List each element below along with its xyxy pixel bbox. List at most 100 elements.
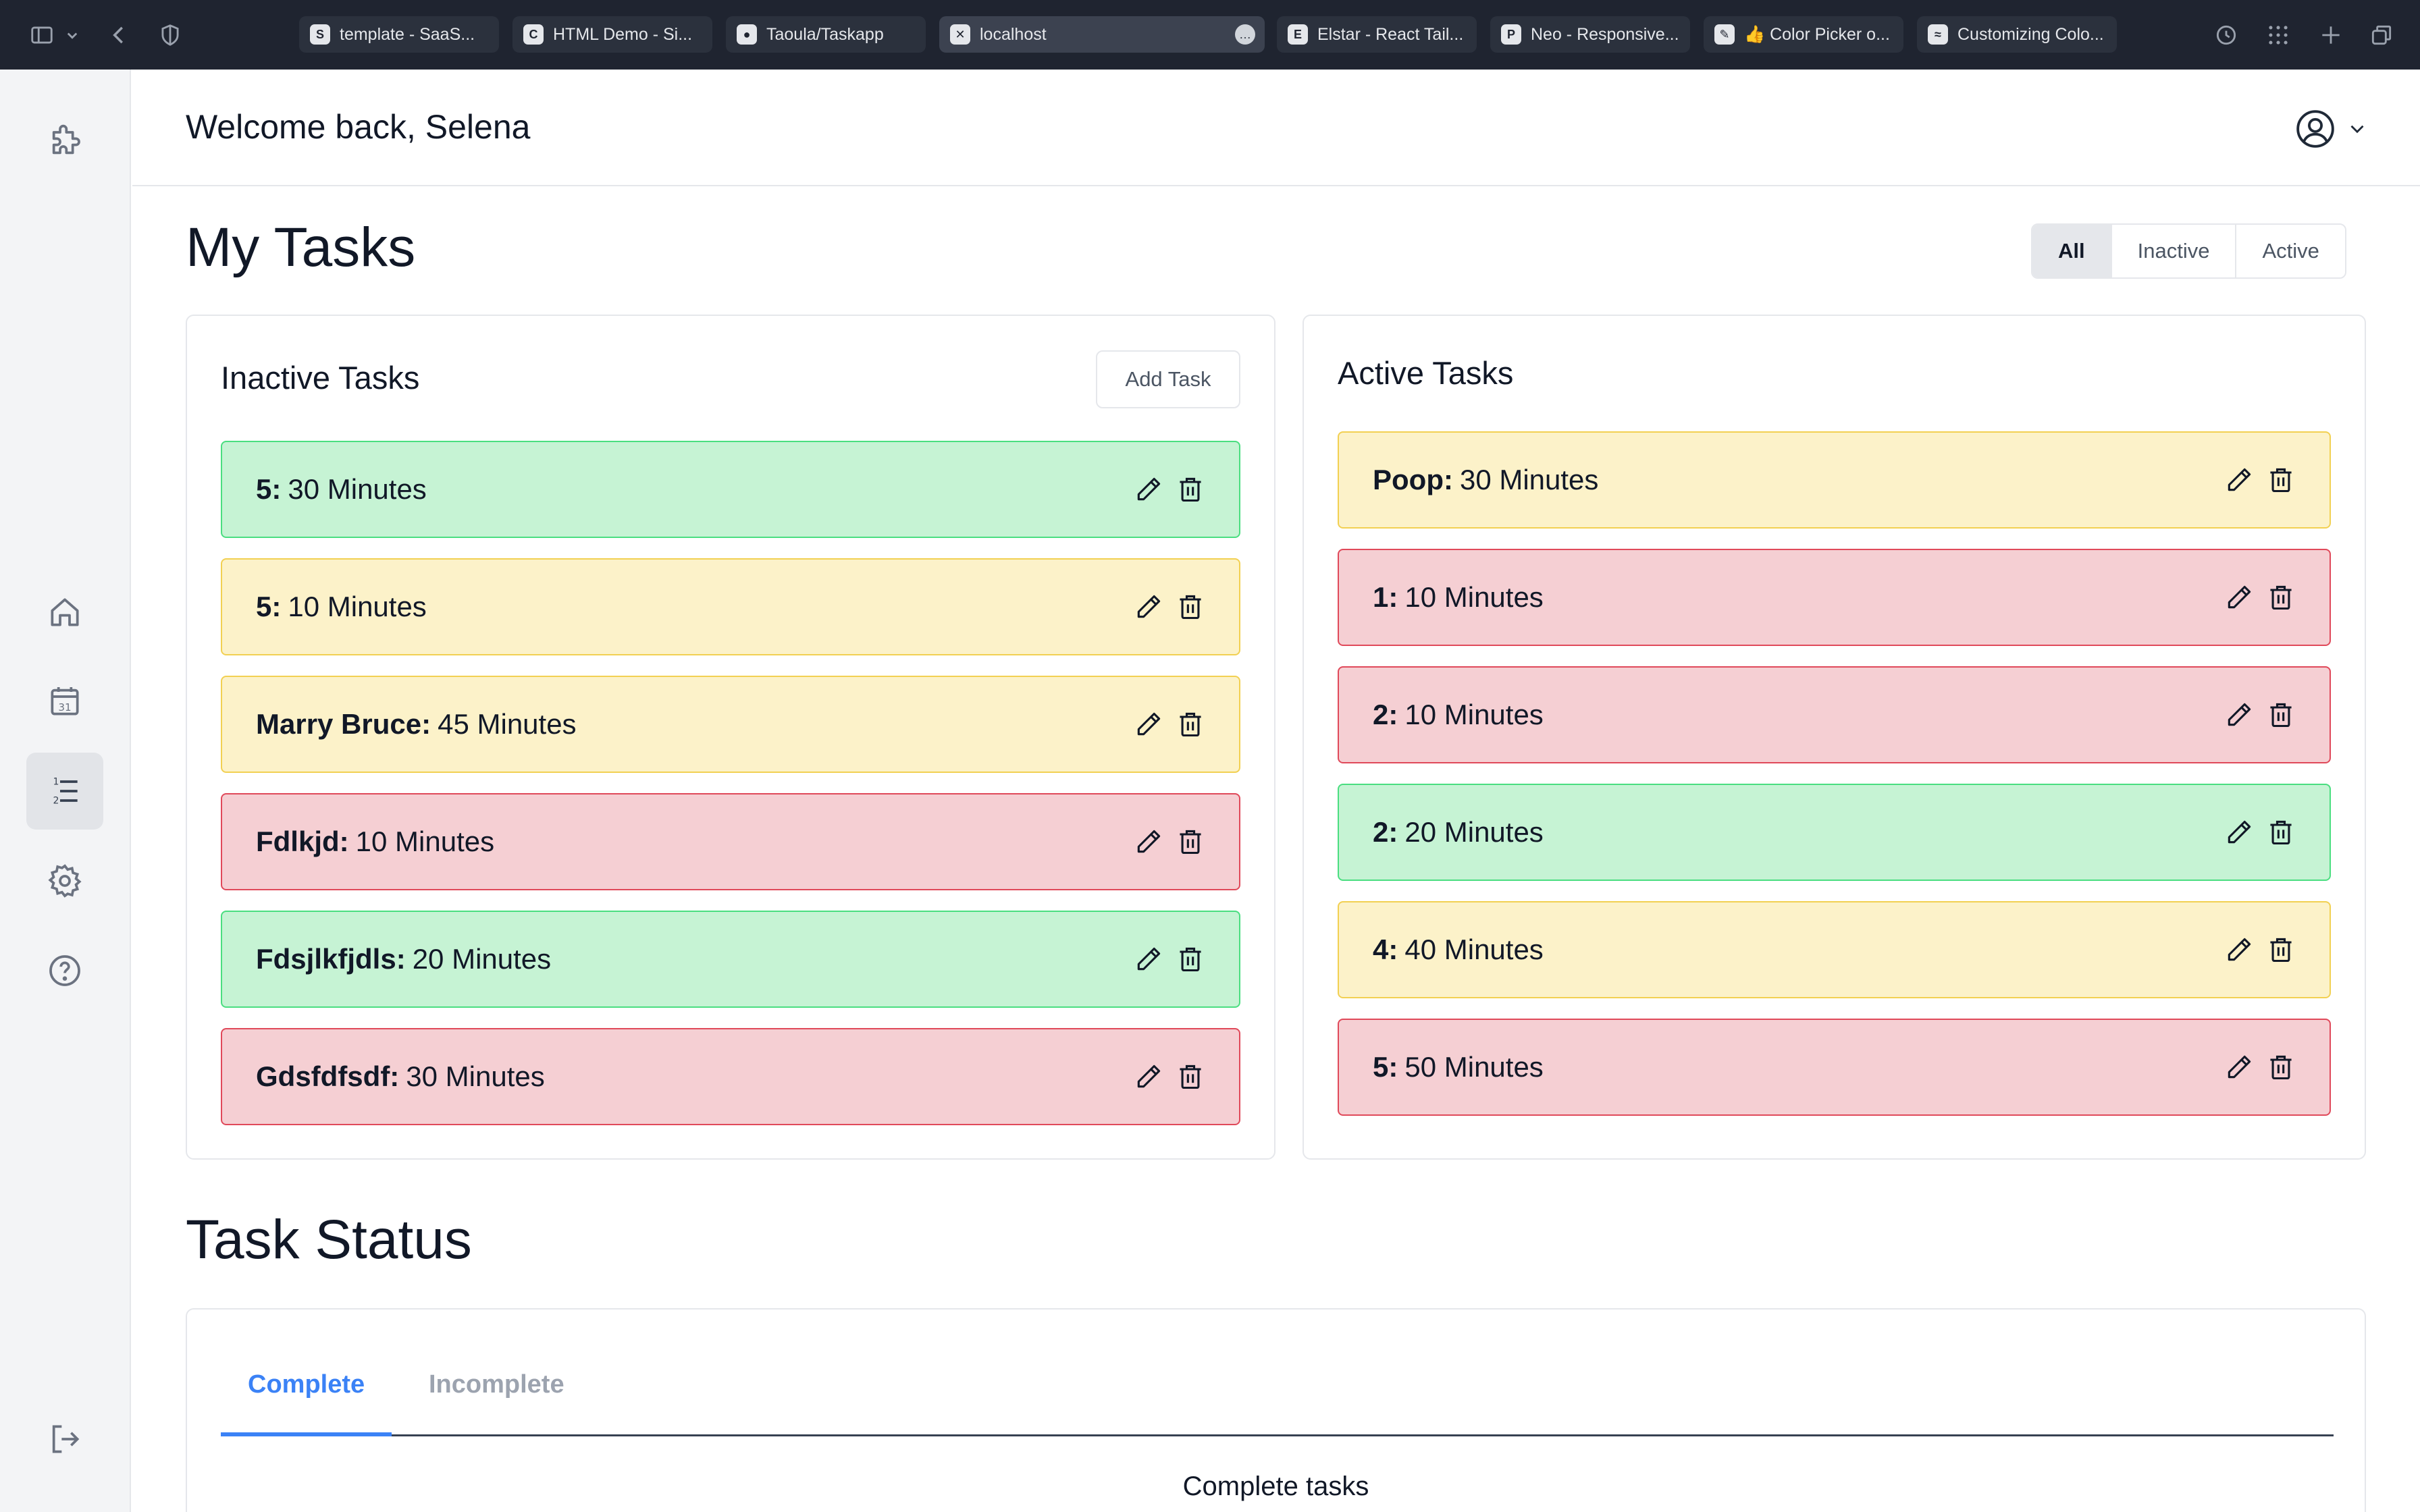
task-status-title: Task Status: [186, 1209, 472, 1270]
delete-trash-icon[interactable]: [1176, 472, 1205, 507]
task-actions: [2224, 1050, 2296, 1085]
task-filter-group: All Inactive Active: [2031, 223, 2346, 279]
task-card[interactable]: Marry Bruce: 45 Minutes: [221, 676, 1240, 773]
task-duration: 30 Minutes: [406, 1060, 545, 1092]
edit-pencil-icon[interactable]: [1134, 472, 1163, 507]
task-actions: [2224, 462, 2296, 497]
chevron-down-icon[interactable]: [62, 20, 82, 50]
welcome-message: Welcome back, Selena: [186, 108, 531, 146]
browser-tab[interactable]: ✎ 👍 Color Picker o...: [1704, 16, 1903, 53]
delete-trash-icon[interactable]: [2266, 1050, 2296, 1085]
edit-pencil-icon[interactable]: [2224, 580, 2254, 615]
task-card[interactable]: 5: 50 Minutes: [1338, 1019, 2331, 1116]
tab-favicon-icon: ✕: [950, 24, 970, 45]
sidebar-toggle-icon[interactable]: [27, 20, 57, 50]
delete-trash-icon[interactable]: [2266, 462, 2296, 497]
browser-tab[interactable]: ≈ Customizing Colo...: [1917, 16, 2117, 53]
edit-pencil-icon[interactable]: [2224, 1050, 2254, 1085]
shield-icon[interactable]: [155, 20, 185, 50]
gear-icon[interactable]: [26, 842, 103, 919]
edit-pencil-icon[interactable]: [1134, 707, 1163, 742]
task-card[interactable]: 5: 10 Minutes: [221, 558, 1240, 655]
browser-tab-label: Neo - Responsive...: [1531, 24, 1679, 44]
home-icon[interactable]: [26, 574, 103, 651]
calendar-icon[interactable]: 31: [26, 663, 103, 740]
complete-tasks-heading: Complete tasks: [1182, 1472, 1369, 1501]
task-actions: [1134, 707, 1205, 742]
browser-tab-label: 👍 Color Picker o...: [1744, 24, 1890, 44]
delete-trash-icon[interactable]: [2266, 932, 2296, 967]
delete-trash-icon[interactable]: [1176, 1059, 1205, 1094]
task-card[interactable]: 5: 30 Minutes: [221, 441, 1240, 538]
filter-active-button[interactable]: Active: [2236, 225, 2345, 277]
delete-trash-icon[interactable]: [2266, 815, 2296, 850]
filter-inactive-button[interactable]: Inactive: [2111, 225, 2237, 277]
svg-text:2: 2: [53, 796, 59, 807]
edit-pencil-icon[interactable]: [1134, 824, 1163, 859]
browser-tab-label: Elstar - React Tail...: [1317, 24, 1464, 44]
edit-pencil-icon[interactable]: [2224, 815, 2254, 850]
help-icon[interactable]: [26, 932, 103, 1009]
delete-trash-icon[interactable]: [1176, 707, 1205, 742]
active-tasks-panel: Active Tasks Poop: 30 Minutes 1: 10 Minu…: [1303, 315, 2366, 1160]
task-card[interactable]: Poop: 30 Minutes: [1338, 431, 2331, 529]
filter-all-button[interactable]: All: [2032, 225, 2112, 277]
edit-pencil-icon[interactable]: [1134, 942, 1163, 977]
edit-pencil-icon[interactable]: [2224, 697, 2254, 732]
edit-pencil-icon[interactable]: [1134, 1059, 1163, 1094]
apps-grid-icon[interactable]: [2263, 20, 2293, 50]
edit-pencil-icon[interactable]: [2224, 932, 2254, 967]
task-actions: [2224, 815, 2296, 850]
browser-tab[interactable]: ✕ localhost …: [939, 16, 1265, 53]
browser-tab-label: template - SaaS...: [340, 24, 475, 44]
task-card[interactable]: Gdsfdfsdf: 30 Minutes: [221, 1028, 1240, 1125]
task-actions: [1134, 1059, 1205, 1094]
edit-pencil-icon[interactable]: [2224, 462, 2254, 497]
svg-text:1: 1: [53, 777, 59, 788]
browser-tab-label: localhost: [980, 24, 1047, 44]
task-name: 5:: [1373, 1051, 1398, 1083]
task-duration: 50 Minutes: [1404, 1051, 1544, 1083]
task-card[interactable]: 2: 20 Minutes: [1338, 784, 2331, 881]
user-avatar-icon[interactable]: [2294, 108, 2336, 150]
task-card[interactable]: 2: 10 Minutes: [1338, 666, 2331, 763]
history-icon[interactable]: [2211, 20, 2241, 50]
tab-complete[interactable]: Complete: [221, 1370, 392, 1436]
tab-incomplete[interactable]: Incomplete: [402, 1370, 591, 1436]
list-icon[interactable]: 12: [26, 753, 103, 830]
tab-more-icon[interactable]: …: [1235, 24, 1255, 45]
delete-trash-icon[interactable]: [1176, 824, 1205, 859]
delete-trash-icon[interactable]: [2266, 697, 2296, 732]
add-task-button[interactable]: Add Task: [1096, 350, 1240, 408]
task-name: 4:: [1373, 934, 1398, 965]
task-card[interactable]: 4: 40 Minutes: [1338, 901, 2331, 998]
task-duration: 20 Minutes: [1404, 816, 1544, 848]
new-tab-plus-icon[interactable]: [2316, 20, 2346, 50]
task-duration: 10 Minutes: [1404, 699, 1544, 730]
user-menu[interactable]: [2294, 107, 2369, 151]
browser-tab[interactable]: C HTML Demo - Si...: [512, 16, 712, 53]
task-duration: 10 Minutes: [1404, 581, 1544, 613]
back-arrow-icon[interactable]: [104, 20, 134, 50]
edit-pencil-icon[interactable]: [1134, 589, 1163, 624]
browser-tab[interactable]: E Elstar - React Tail...: [1277, 16, 1477, 53]
tab-favicon-icon: E: [1288, 24, 1308, 45]
active-tasks-title: Active Tasks: [1338, 355, 1514, 391]
delete-trash-icon[interactable]: [1176, 589, 1205, 624]
browser-tab[interactable]: P Neo - Responsive...: [1490, 16, 1690, 53]
logout-icon[interactable]: [26, 1401, 103, 1478]
delete-trash-icon[interactable]: [1176, 942, 1205, 977]
task-duration: 20 Minutes: [412, 943, 552, 975]
tab-overview-icon[interactable]: [2367, 20, 2396, 50]
browser-tab[interactable]: Stemplate - SaaS...: [299, 16, 499, 53]
delete-trash-icon[interactable]: [2266, 580, 2296, 615]
task-status-tabs: Complete Incomplete: [221, 1310, 2334, 1436]
task-name: Fdlkjd:: [256, 826, 349, 857]
task-card[interactable]: Fdlkjd: 10 Minutes: [221, 793, 1240, 890]
chevron-down-icon[interactable]: [2346, 117, 2369, 140]
task-card[interactable]: 1: 10 Minutes: [1338, 549, 2331, 646]
puzzle-icon[interactable]: [26, 103, 103, 180]
browser-tab[interactable]: ● Taoula/Taskapp: [726, 16, 926, 53]
task-name: Gdsfdfsdf:: [256, 1060, 400, 1092]
task-card[interactable]: Fdsjlkfjdls: 20 Minutes: [221, 911, 1240, 1008]
